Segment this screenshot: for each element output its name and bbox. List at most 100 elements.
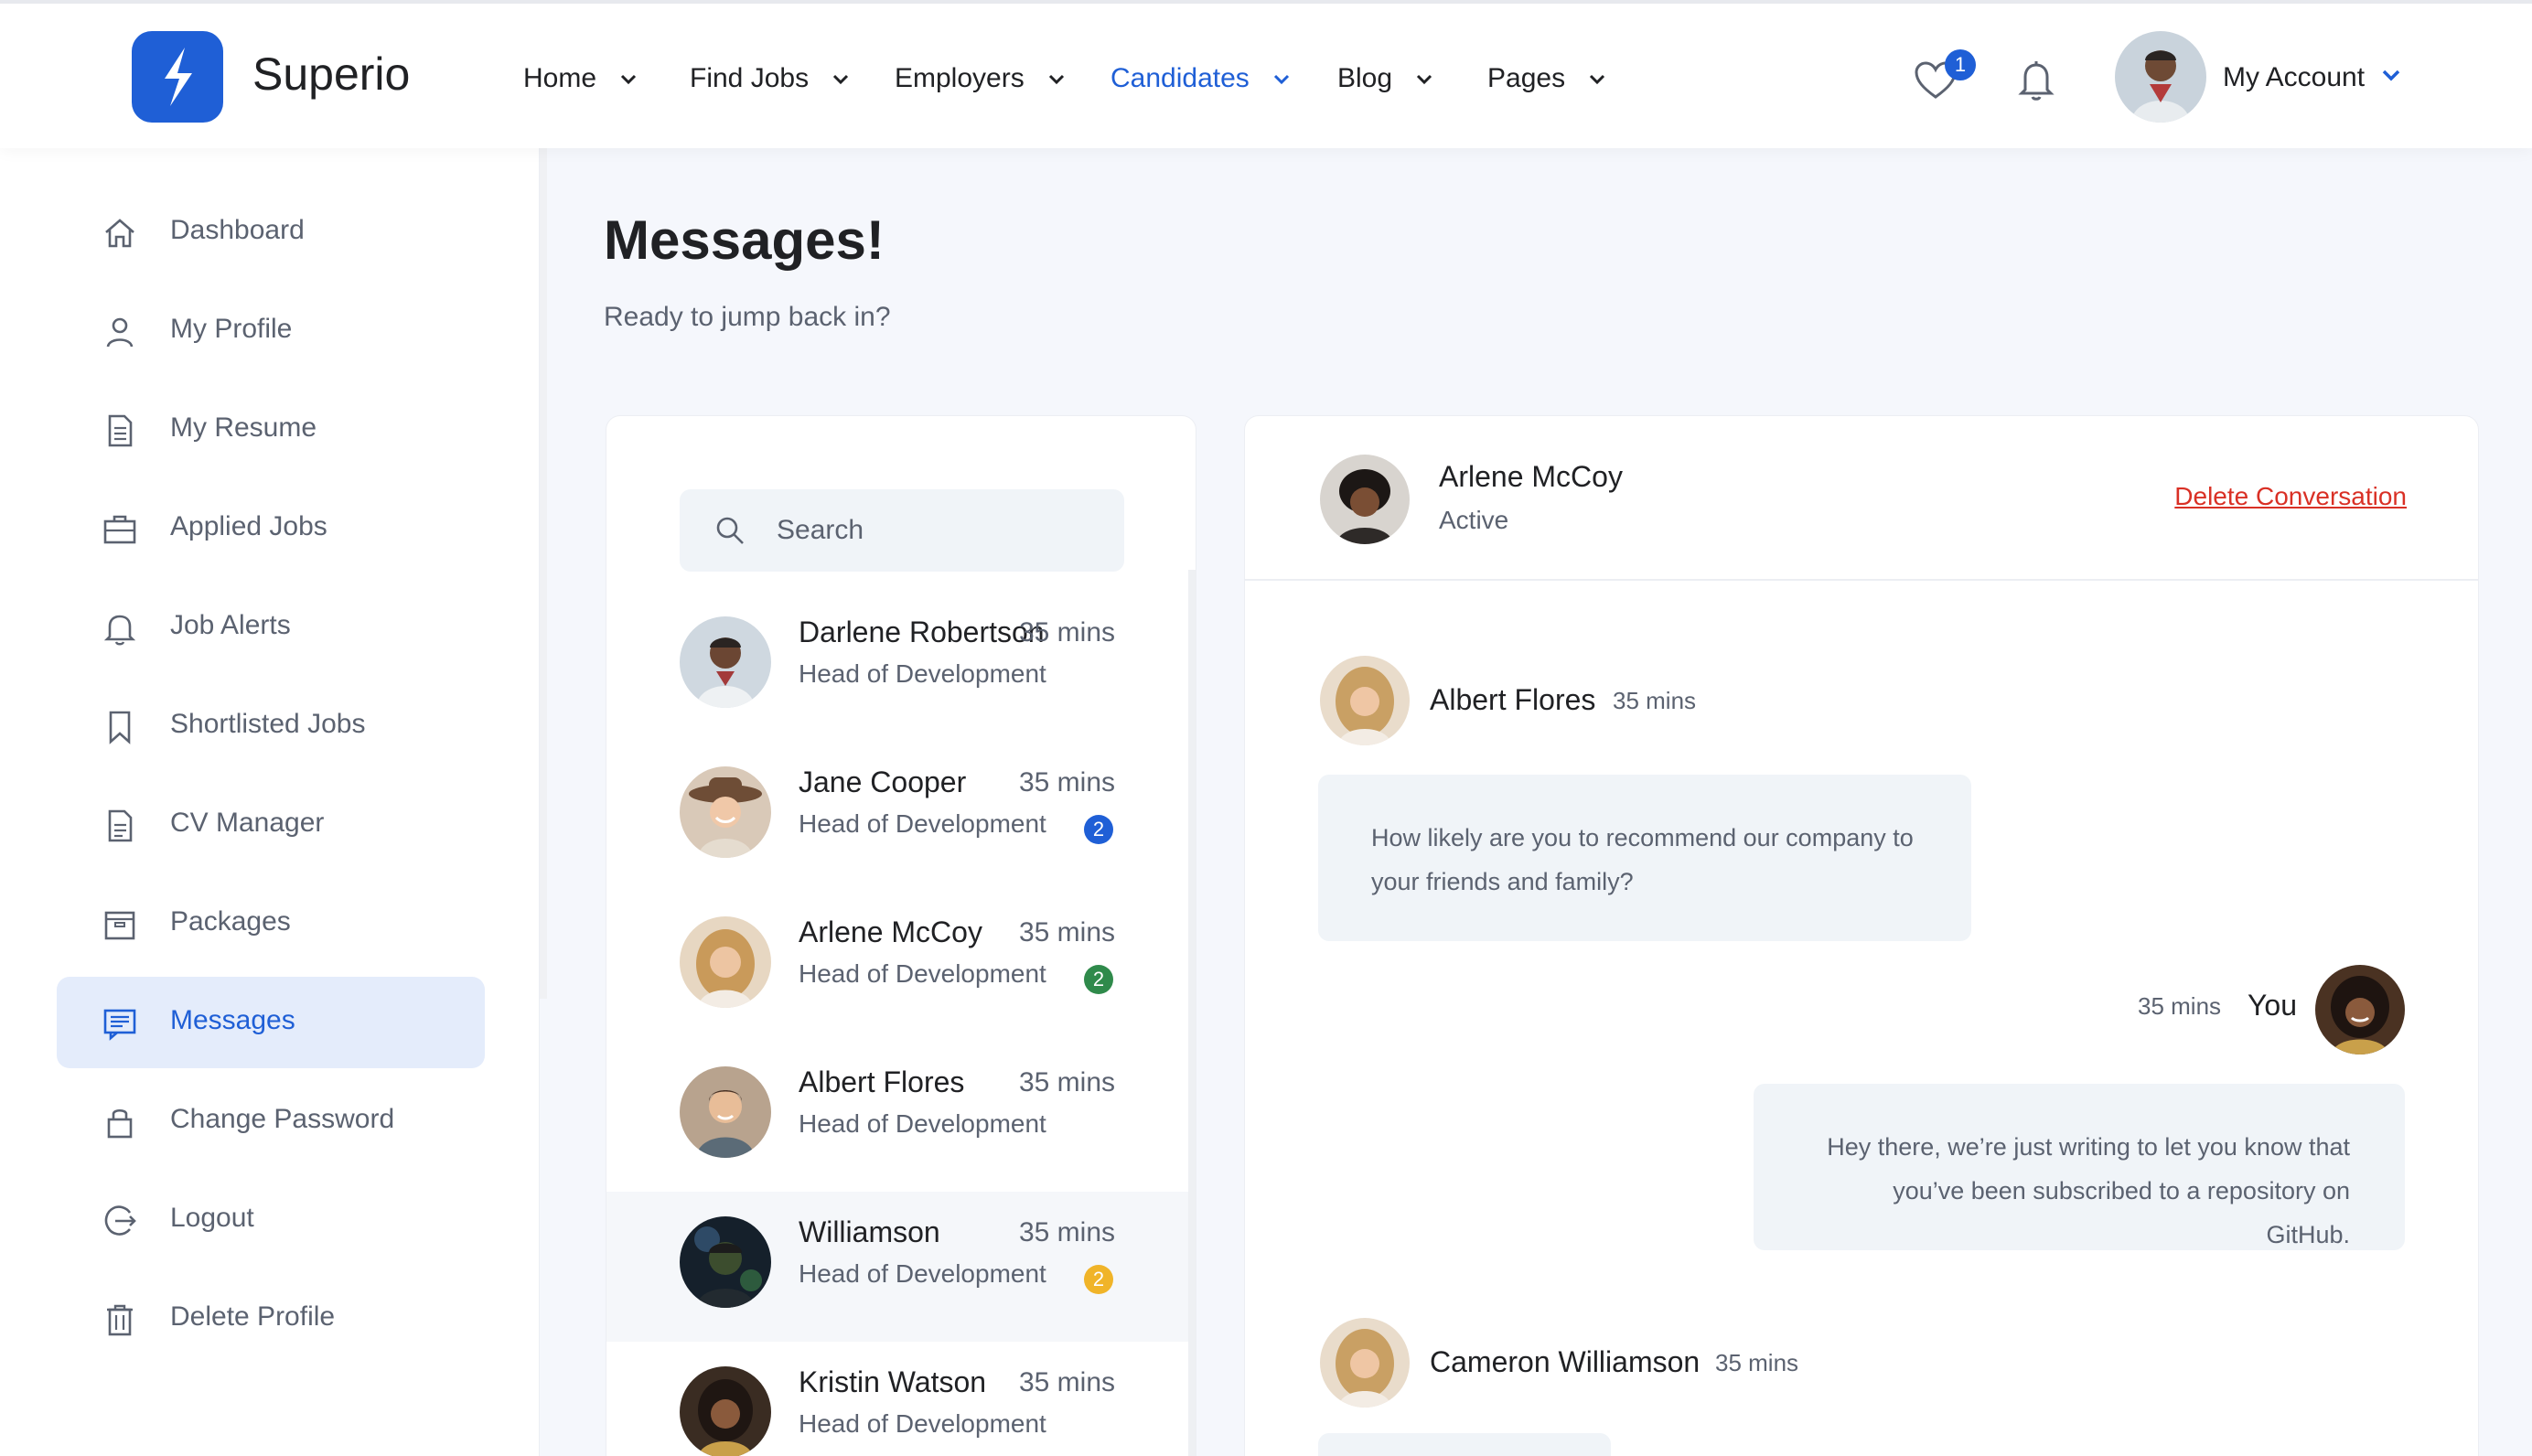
sidebar-item-applied-jobs[interactable]: Applied Jobs (57, 483, 485, 574)
sidebar-item-my-profile[interactable]: My Profile (57, 285, 485, 377)
nav-home[interactable]: Home (523, 60, 637, 97)
brand-name[interactable]: Superio (252, 48, 410, 101)
nav-blog-label: Blog (1337, 63, 1393, 93)
search-box[interactable] (680, 489, 1124, 572)
contact-time: 35 mins (1018, 917, 1115, 947)
contact-name: Jane Cooper (799, 765, 967, 798)
contact-time: 35 mins (1018, 767, 1115, 798)
user-icon (106, 317, 134, 348)
message-time: 35 mins (1613, 687, 1697, 714)
sidebar-item-packages[interactable]: Packages (57, 878, 485, 969)
nav-pages[interactable]: Pages (1487, 60, 1605, 97)
my-avatar (2315, 965, 2405, 1055)
message-bubble: How likely are you to recommend our comp… (1318, 775, 1971, 941)
home-icon (105, 219, 134, 248)
briefcase-icon (103, 515, 136, 544)
nav-employers[interactable]: Employers (895, 60, 1065, 97)
nav-candidates-label: Candidates (1110, 63, 1250, 93)
sidebar-item-messages[interactable]: Messages (57, 977, 485, 1068)
sidebar-item-label: Dashboard (170, 215, 305, 245)
bell-icon (103, 615, 136, 646)
message-author-name: Albert Flores (1430, 683, 1596, 716)
contact-role: Head of Development (799, 809, 1046, 838)
chevron-down-icon (1274, 75, 1290, 85)
sidebar-item-delete-profile[interactable]: Delete Profile (57, 1273, 485, 1365)
nav-candidates[interactable]: Candidates (1110, 60, 1290, 97)
contact-time: 35 mins (1018, 1367, 1115, 1397)
contacts-scrollbar[interactable] (1188, 570, 1196, 1456)
contact-avatar (680, 766, 771, 858)
contact-list-item[interactable]: Kristin Watson Head of Development 35 mi… (606, 1342, 1188, 1456)
sidebar-item-label: Packages (170, 906, 291, 937)
chevron-down-icon (621, 75, 637, 85)
nav-blog[interactable]: Blog (1337, 60, 1432, 97)
contact-avatar (680, 916, 771, 1008)
contact-role: Head of Development (799, 959, 1046, 988)
sidebar-item-label: My Profile (170, 314, 293, 344)
message-icon (103, 1009, 136, 1041)
my-account-label[interactable]: My Account (2223, 62, 2365, 93)
chevron-down-icon (1049, 75, 1065, 85)
sidebar-item-change-password[interactable]: Change Password (57, 1076, 485, 1167)
nav-employers-label: Employers (895, 63, 1025, 93)
nav-find-jobs-label: Find Jobs (690, 63, 810, 93)
chevron-down-icon (833, 75, 849, 85)
bookmark-icon (109, 711, 131, 744)
message-time: 35 mins (2138, 992, 2222, 1020)
message-bubble (1318, 1433, 1611, 1456)
trash-icon (107, 1304, 133, 1336)
favorites-count-badge: 1 (1945, 49, 1976, 80)
logout-icon (104, 1205, 136, 1236)
lock-icon (107, 1108, 133, 1139)
chevron-down-icon[interactable] (2382, 70, 2400, 82)
sidebar-item-label: Shortlisted Jobs (170, 709, 366, 739)
contact-list-item[interactable]: Jane Cooper Head of Development 35 mins … (606, 742, 1188, 892)
sidebar-item-label: Job Alerts (170, 610, 291, 640)
contact-time: 35 mins (1018, 1217, 1115, 1247)
contact-list-item[interactable]: Arlene McCoy Head of Development 35 mins… (606, 892, 1188, 1042)
contact-list-item[interactable]: Darlene Robertson Head of Development 35… (606, 592, 1188, 742)
chat-partner-status: Active (1439, 506, 1509, 534)
sidebar-item-job-alerts[interactable]: Job Alerts (57, 582, 485, 673)
sidebar-item-label: My Resume (170, 412, 317, 443)
sidebar-item-my-resume[interactable]: My Resume (57, 384, 485, 476)
chat-partner-name: Arlene McCoy (1439, 460, 1623, 493)
bell-icon[interactable] (2018, 59, 2055, 102)
message-author-name: Cameron Williamson (1430, 1345, 1701, 1378)
contact-list-item[interactable]: Albert Flores Head of Development 35 min… (606, 1042, 1188, 1192)
nav-home-label: Home (523, 63, 597, 93)
unread-badge: 2 (1084, 1265, 1113, 1294)
contact-avatar (680, 1216, 771, 1308)
sidebar-item-cv-manager[interactable]: CV Manager (57, 779, 485, 871)
search-input[interactable] (777, 489, 1106, 572)
account-avatar[interactable] (2115, 31, 2206, 123)
nav-pages-label: Pages (1487, 63, 1566, 93)
contact-role: Head of Development (799, 1409, 1046, 1438)
unread-badge: 2 (1084, 815, 1113, 844)
contact-time: 35 mins (1018, 1067, 1115, 1097)
sidebar-item-label: Applied Jobs (170, 511, 327, 541)
contact-avatar (680, 1066, 771, 1158)
sidebar-item-logout[interactable]: Logout (57, 1174, 485, 1266)
message-author-name: You (2248, 989, 2297, 1022)
contacts-panel: Darlene Robertson Head of Development 35… (606, 415, 1196, 1456)
top-header: Superio Home Find Jobs Employers Candida… (0, 0, 2532, 148)
sidebar-item-label: Messages (170, 1005, 295, 1035)
sidebar-item-label: Delete Profile (170, 1301, 336, 1332)
contact-list-item[interactable]: Williamson Head of Development 35 mins 2 (606, 1192, 1188, 1342)
contact-role: Head of Development (799, 1109, 1046, 1138)
page-title: Messages! (604, 209, 885, 271)
sidebar-scrollbar[interactable] (540, 148, 547, 999)
page-subtitle: Ready to jump back in? (604, 302, 891, 332)
message-bubble: Hey there, we’re just writing to let you… (1754, 1084, 2405, 1250)
unread-badge: 2 (1084, 965, 1113, 994)
delete-conversation-link[interactable]: Delete Conversation (2174, 482, 2407, 511)
sidebar-item-shortlisted-jobs[interactable]: Shortlisted Jobs (57, 680, 485, 772)
sidebar-item-dashboard[interactable]: Dashboard (57, 187, 485, 278)
contact-role: Head of Development (799, 1259, 1046, 1288)
contact-avatar (680, 1366, 771, 1456)
nav-find-jobs[interactable]: Find Jobs (690, 60, 849, 97)
superio-logo-icon[interactable] (132, 31, 223, 123)
search-icon (716, 517, 744, 544)
chat-panel: Arlene McCoy Active Delete Conversation … (1244, 415, 2479, 1456)
